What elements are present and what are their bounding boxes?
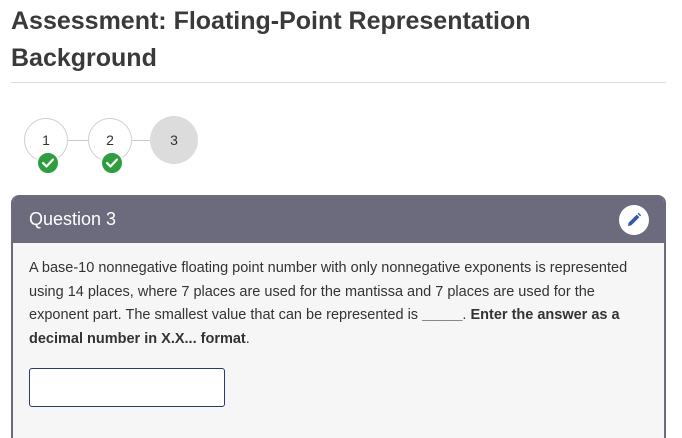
question-text-part: .: [245, 330, 250, 347]
step-number: 2: [106, 132, 114, 148]
question-stepper: 1 2 3: [24, 116, 204, 178]
step-1[interactable]: 1: [24, 118, 68, 175]
page-title: Assessment: Floating-Point Representatio…: [11, 7, 531, 72]
step-connector: [68, 140, 88, 141]
assessment-page: Assessment: Floating-Point Representatio…: [0, 0, 682, 438]
question-title: Question 3: [29, 209, 117, 229]
step-3[interactable]: 3: [150, 116, 198, 164]
check-icon: [100, 151, 124, 175]
step-number: 1: [42, 132, 50, 148]
check-icon: [36, 151, 60, 175]
step-2[interactable]: 2: [88, 118, 132, 175]
question-text: A base-10 nonnegative floating point num…: [29, 257, 641, 351]
title-divider: [11, 82, 666, 83]
step-connector: [132, 140, 150, 141]
step-number: 3: [170, 132, 178, 148]
question-card: Question 3 A base-10 nonnegative floatin…: [11, 195, 666, 438]
edit-button[interactable]: [619, 205, 649, 235]
question-header: Question 3: [13, 195, 664, 243]
pencil-icon: [628, 212, 642, 226]
answer-blank: _____: [422, 307, 463, 323]
places-total: 14: [67, 283, 84, 300]
answer-input[interactable]: [29, 368, 225, 407]
